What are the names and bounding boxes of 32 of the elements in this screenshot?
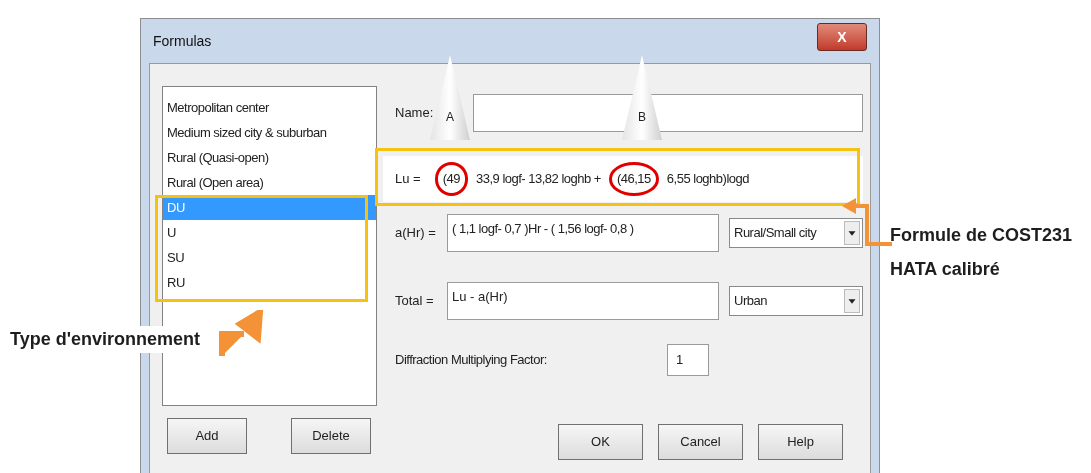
annotation-text: Type d'environnement <box>10 326 202 353</box>
dialog-button[interactable]: Delete <box>291 418 371 454</box>
dropdown[interactable]: Urban <box>729 286 863 316</box>
callout-arrow <box>218 310 264 358</box>
field-label: Lu = <box>395 170 421 189</box>
field-label: a(Hr) = <box>395 224 437 243</box>
formula-field[interactable]: ( 1,1 logf- 0,7 )Hr - ( 1,56 logf- 0,8 ) <box>447 214 719 252</box>
list-item[interactable]: SU <box>163 245 376 270</box>
dialog-button[interactable]: OK <box>558 424 643 460</box>
field-label: Diffraction Multiplying Factor: <box>395 351 548 370</box>
list-item[interactable]: Medium sized city & suburban <box>163 120 376 145</box>
dialog-button[interactable]: Add <box>167 418 247 454</box>
caret-icon <box>844 289 860 313</box>
annotation-text: HATA calibré <box>890 258 1001 281</box>
factor-field[interactable]: 1 <box>667 344 709 376</box>
dropdown[interactable]: Rural/Small city <box>729 218 863 248</box>
dialog-button[interactable]: Cancel <box>658 424 743 460</box>
name-field[interactable] <box>473 94 863 132</box>
field-label: Total = <box>395 292 435 311</box>
callout-arrow <box>842 198 892 248</box>
annotation-text: Formule de COST231 <box>890 224 1073 247</box>
close-button[interactable]: X <box>817 23 867 51</box>
caret-icon <box>844 221 860 245</box>
list-item[interactable]: U <box>163 220 376 245</box>
formula-field[interactable]: Lu - a(Hr) <box>447 282 719 320</box>
dialog-button[interactable]: Help <box>758 424 843 460</box>
formula-field[interactable]: (49 33,9 logf- 13,82 loghb + (46,15 6,55 loghb)logd <box>434 162 749 196</box>
list-item[interactable]: Rural (Quasi-open) <box>163 145 376 170</box>
list-item[interactable]: RU <box>163 270 376 295</box>
window-title: Formulas <box>153 32 212 51</box>
list-item[interactable]: Rural (Open area) <box>163 170 376 195</box>
list-item[interactable]: Metropolitan center <box>163 95 376 120</box>
